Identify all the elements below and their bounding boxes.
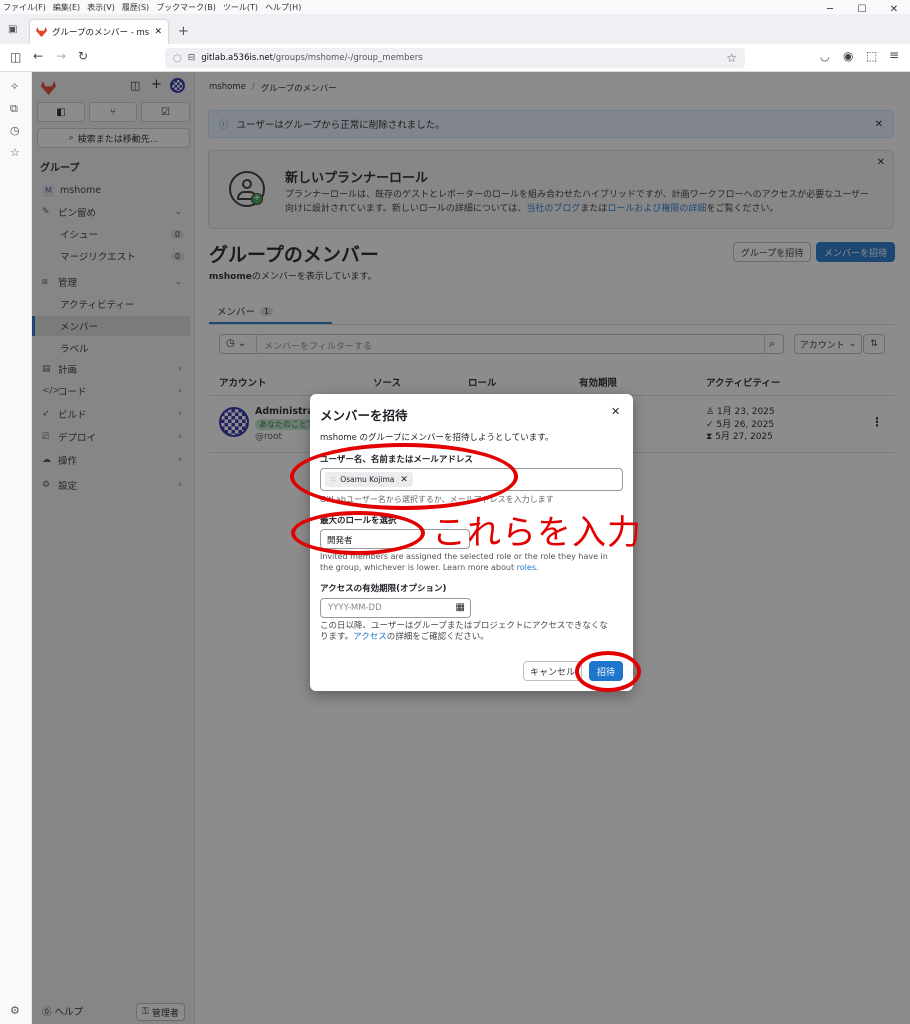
access-link[interactable]: アクセス [353, 632, 387, 642]
sidebar-settings-icon[interactable]: ⚙ [10, 1004, 20, 1017]
button-label: キャンセル [529, 667, 575, 678]
tab-title: グループのメンバー - mshome - GitLab [52, 28, 150, 38]
account-icon[interactable]: ◉ [843, 49, 853, 63]
annotation-text: これらを入力 [432, 513, 642, 553]
cancel-button[interactable]: キャンセル [523, 661, 582, 681]
menu-help[interactable]: ヘルプ(H) [265, 2, 301, 13]
back-icon[interactable]: ← [33, 49, 43, 63]
role-help-line-2: the group, whichever is lower. Learn mor… [320, 563, 515, 572]
expiry-help-end: の詳細をご確認ください。 [386, 632, 489, 642]
expiry-field-help: この日以降、ユーザーはグループまたはプロジェクトにアクセスできなくな ります。ア… [320, 621, 608, 643]
annotation-circle-invite [575, 651, 641, 692]
modal-title: メンバーを招待 [320, 408, 408, 423]
expiry-date-input[interactable]: YYYY-MM-DD ▦ [320, 598, 471, 618]
calendar-icon[interactable]: ▦ [456, 602, 465, 613]
ai-chat-icon[interactable]: ✧ [10, 80, 19, 93]
lock-icon: ⊟ [187, 53, 196, 63]
expiry-placeholder: YYYY-MM-DD [328, 603, 382, 613]
menu-bar: ファイル(F) 編集(E) 表示(V) 履歴(S) ブックマーク(B) ツール(… [0, 0, 910, 14]
tab-close-icon[interactable]: ✕ [154, 27, 162, 37]
expiry-help-line-2: ります。 [320, 632, 354, 642]
browser-tab[interactable]: グループのメンバー - mshome - GitLab ✕ [30, 20, 168, 44]
synced-tabs-icon[interactable]: ⧉ [10, 102, 18, 116]
modal-intro: mshome のグループにメンバーを招待しようとしています。 [320, 433, 554, 443]
browser-sidebar: ✧ ⧉ ◷ ☆ ⚙ [0, 72, 32, 1024]
forward-icon[interactable]: → [56, 49, 66, 63]
sidebar-toggle-icon[interactable]: ◫ [10, 50, 21, 64]
menu-view[interactable]: 表示(V) [87, 2, 115, 13]
url-bar[interactable]: ◌ ⊟ gitlab.a536is.net/groups/mshome/-/gr… [165, 48, 745, 68]
menu-bookmarks[interactable]: ブックマーク(B) [156, 2, 216, 13]
menu-file[interactable]: ファイル(F) [3, 2, 46, 13]
expiry-help-line-1: この日以降、ユーザーはグループまたはプロジェクトにアクセスできなくな [320, 621, 608, 631]
annotation-circle-role [291, 511, 425, 555]
more-menu-icon[interactable]: ≡ [889, 48, 899, 62]
reload-icon[interactable]: ↻ [78, 49, 88, 63]
menu-edit[interactable]: 編集(E) [53, 2, 80, 13]
menu-tools[interactable]: ツール(T) [223, 2, 258, 13]
bookmarks-icon[interactable]: ☆ [10, 146, 20, 159]
annotation-circle-user [290, 443, 518, 510]
history-icon[interactable]: ◷ [10, 124, 20, 137]
role-help-end: . [536, 563, 539, 572]
pocket-icon[interactable]: ◡ [820, 50, 830, 63]
shield-icon: ◌ [173, 52, 182, 64]
bookmark-star-icon[interactable]: ☆ [726, 51, 737, 65]
roles-link[interactable]: roles [517, 563, 536, 572]
url-path: /groups/mshome/-/group_members [272, 53, 423, 63]
gitlab-favicon-icon [36, 27, 47, 37]
menu-history[interactable]: 履歴(S) [122, 2, 149, 13]
extensions-icon[interactable]: ⬚ [866, 49, 877, 63]
expiry-field-label: アクセスの有効期限(オプション) [320, 584, 447, 594]
close-icon[interactable]: ✕ [611, 405, 620, 418]
url-domain: gitlab.a536is.net [201, 53, 273, 63]
new-tab-icon[interactable]: + [178, 24, 189, 39]
tab-list-icon[interactable]: ▣ [8, 24, 17, 35]
